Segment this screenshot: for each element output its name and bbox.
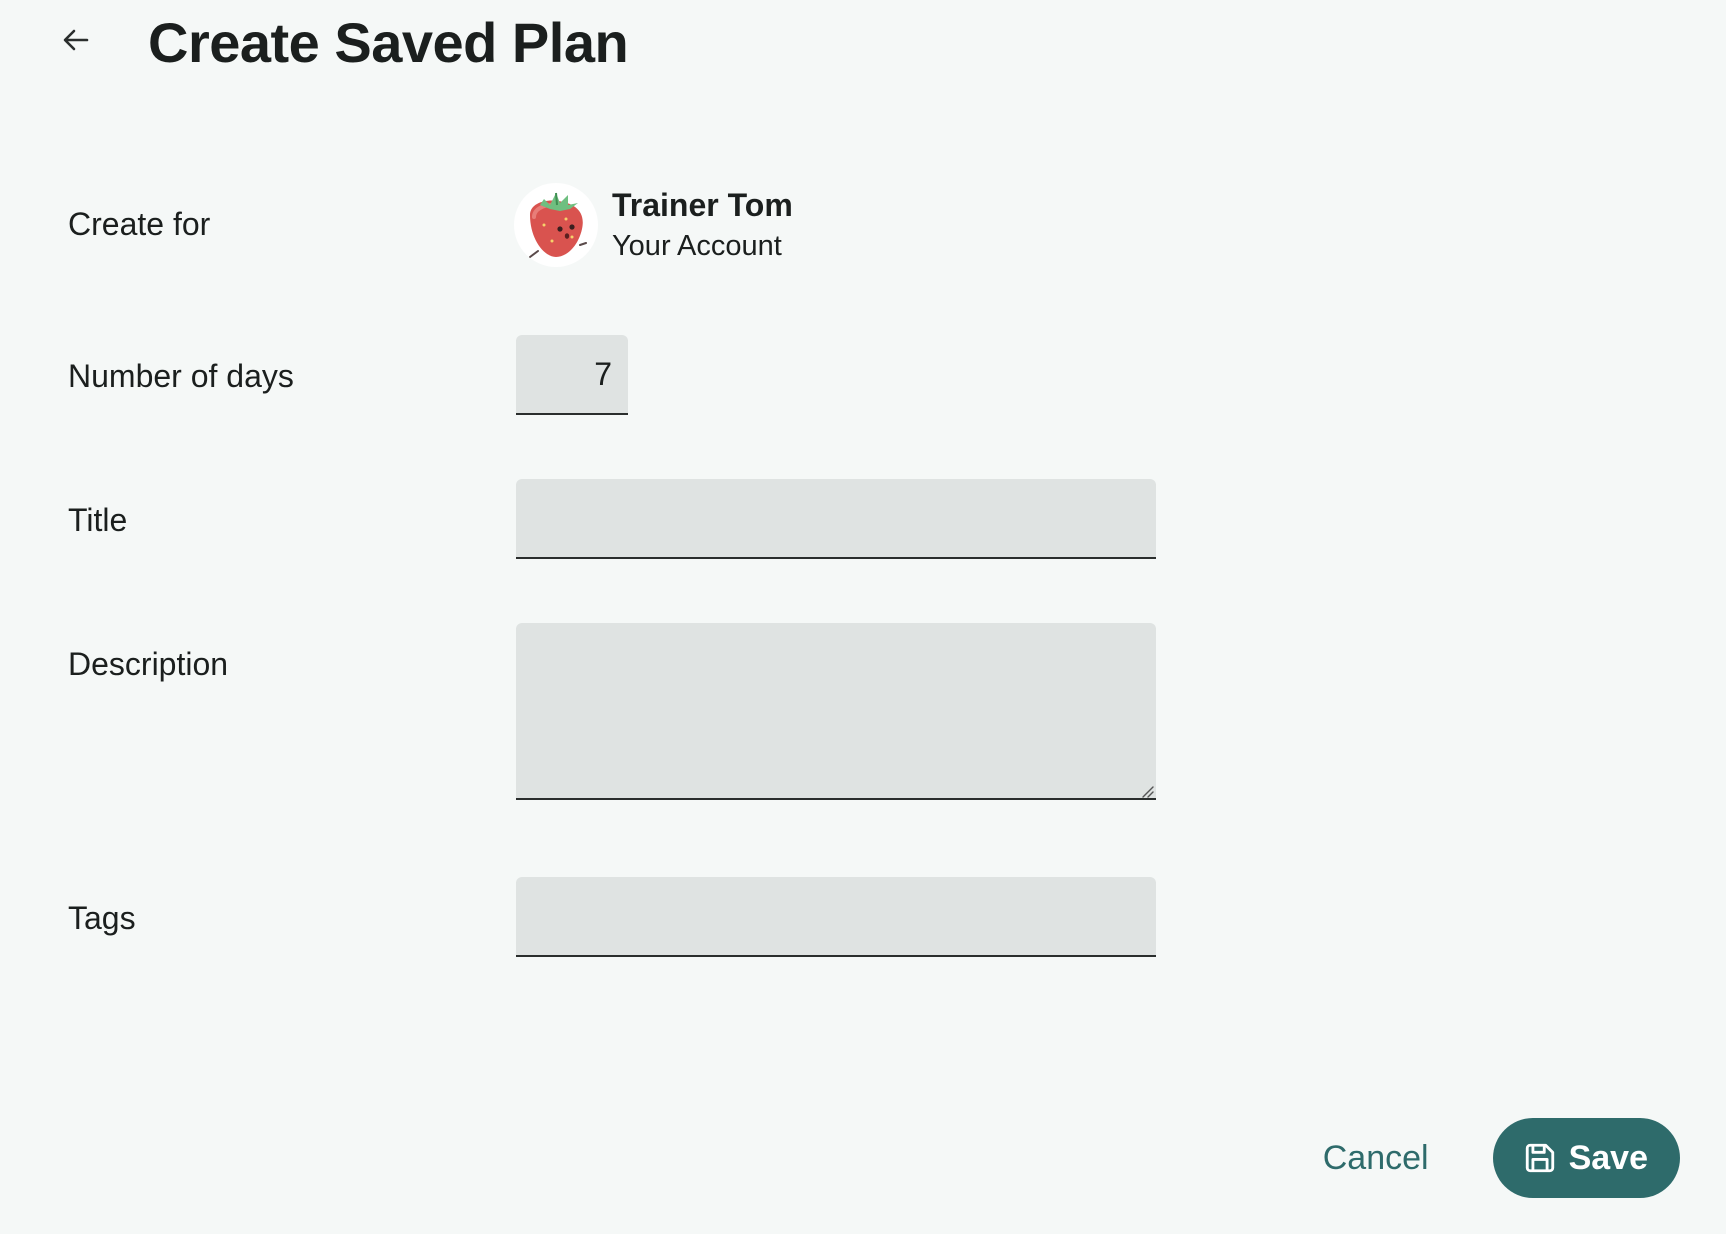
cancel-button[interactable]: Cancel	[1301, 1129, 1451, 1188]
days-input[interactable]	[516, 335, 628, 415]
form-actions: Cancel Save	[1301, 1118, 1680, 1198]
resize-handle-icon[interactable]	[1138, 782, 1154, 798]
floppy-disk-icon	[1523, 1141, 1557, 1175]
days-label: Number of days	[68, 358, 294, 394]
page-title: Create Saved Plan	[148, 11, 629, 74]
description-label: Description	[68, 646, 229, 682]
save-button[interactable]: Save	[1492, 1118, 1680, 1198]
owner-name: Trainer Tom	[612, 187, 793, 223]
back-button[interactable]	[56, 22, 96, 62]
owner-card: Trainer Tom Your Account	[514, 182, 793, 268]
strawberry-avatar	[529, 192, 587, 258]
arrow-left-icon	[60, 24, 92, 61]
tags-label: Tags	[68, 900, 136, 936]
create-for-label: Create for	[68, 206, 211, 242]
page-header: Create Saved Plan	[0, 0, 1726, 90]
avatar	[514, 183, 598, 267]
tags-input[interactable]	[516, 877, 1156, 957]
description-textarea[interactable]	[516, 623, 1156, 800]
save-button-label: Save	[1568, 1138, 1648, 1177]
owner-subtitle: Your Account	[612, 230, 782, 262]
title-label: Title	[68, 502, 128, 538]
title-input[interactable]	[516, 479, 1156, 559]
